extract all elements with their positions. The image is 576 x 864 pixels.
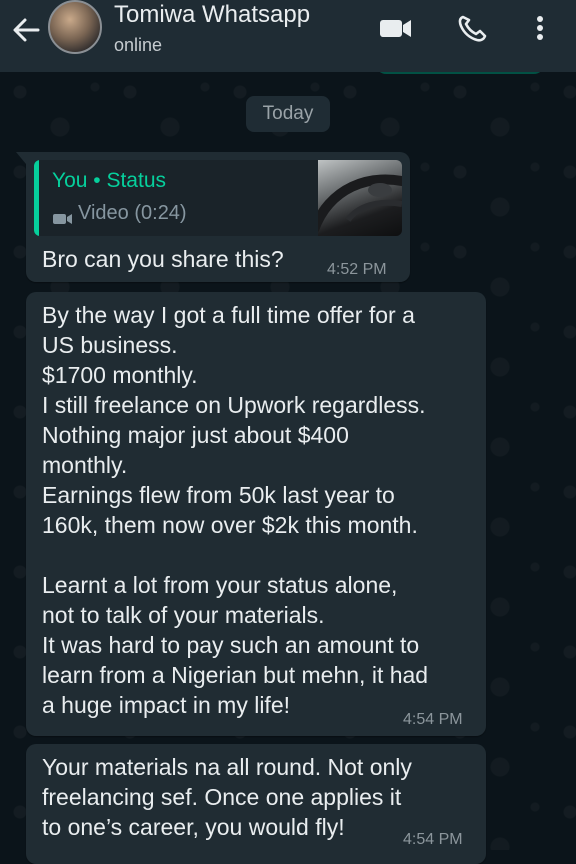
quote-author: You • Status xyxy=(52,169,166,192)
contact-status: online xyxy=(114,35,163,55)
video-call-icon[interactable] xyxy=(378,14,414,42)
back-arrow-icon[interactable] xyxy=(8,12,44,48)
incoming-message[interactable]: By the way I got a full time offer for a… xyxy=(26,292,486,736)
message-time: 4:54 PM xyxy=(403,711,463,728)
message-time: 4:52 PM xyxy=(327,261,387,278)
avatar[interactable] xyxy=(48,0,102,54)
chat-header: Tomiwa Whatsapp online xyxy=(0,0,576,72)
message-text: Bro can you share this? xyxy=(42,246,284,272)
quote-media-text: Video (0:24) xyxy=(78,202,187,224)
quote-media-label: Video (0:24) xyxy=(52,200,187,226)
date-separator: Today xyxy=(246,96,330,132)
incoming-message[interactable]: You • Status Video (0:24) Bro can you sh… xyxy=(16,152,410,282)
video-icon xyxy=(52,207,74,224)
message-text: Your materials na all round. Not only fr… xyxy=(42,754,412,840)
message-text: Learnt a lot from your status alone, not… xyxy=(42,572,429,718)
message-text: By the way I got a full time offer for a… xyxy=(42,302,426,538)
quoted-status-reply[interactable]: You • Status Video (0:24) xyxy=(34,160,402,236)
more-vert-icon[interactable] xyxy=(522,14,558,42)
phone-icon[interactable] xyxy=(455,14,491,42)
message-time: 4:54 PM xyxy=(403,831,463,848)
quote-accent-bar xyxy=(34,160,39,236)
contact-name[interactable]: Tomiwa Whatsapp xyxy=(114,0,310,30)
bubble-tail xyxy=(16,152,26,164)
incoming-message[interactable]: Your materials na all round. Not only fr… xyxy=(26,744,486,864)
status-video-thumbnail[interactable] xyxy=(309,160,402,236)
